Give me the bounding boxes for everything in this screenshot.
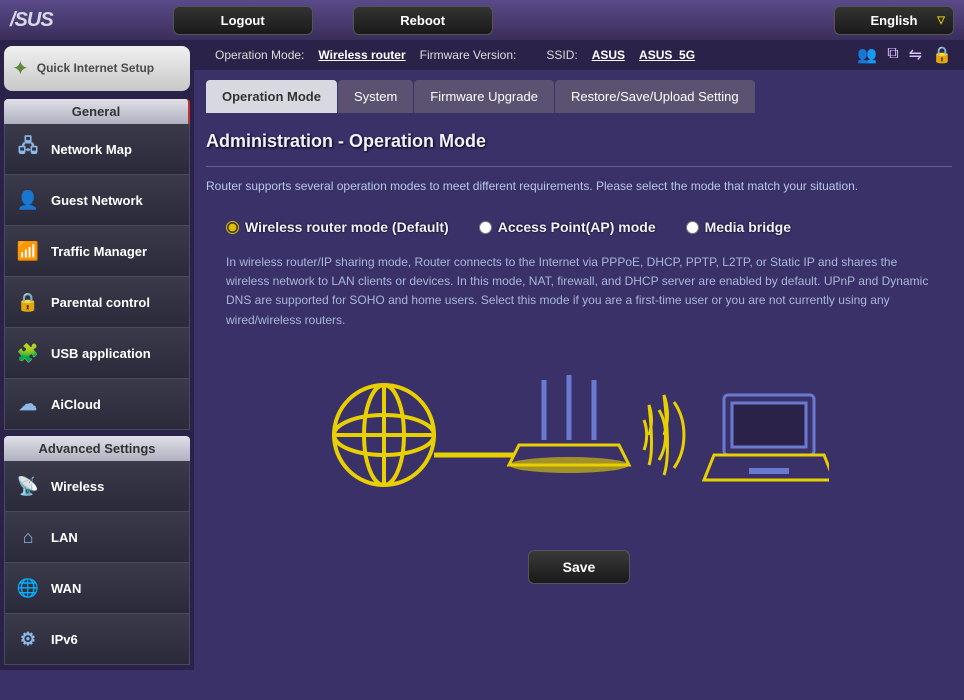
sidebar-item-label: Parental control — [51, 295, 150, 310]
sidebar-item-usb-application[interactable]: 🧩 USB application — [4, 328, 190, 379]
language-label: English — [871, 13, 918, 28]
mode-label: Access Point(AP) mode — [498, 219, 656, 235]
mode-radio-media-bridge[interactable] — [686, 221, 699, 234]
topology-diagram — [206, 360, 952, 510]
sidebar-item-guest-network[interactable]: 👤 Guest Network — [4, 175, 190, 226]
mode-radio-wireless-router[interactable] — [226, 221, 239, 234]
tab-system[interactable]: System — [338, 80, 413, 113]
mode-label: Wireless router mode (Default) — [245, 219, 449, 235]
op-mode-label: Operation Mode: — [215, 48, 304, 62]
mode-option-wireless-router[interactable]: Wireless router mode (Default) — [226, 219, 449, 235]
quick-internet-setup-button[interactable]: ✦ Quick Internet Setup — [4, 46, 190, 91]
lock-icon[interactable]: 🔒 — [932, 45, 952, 65]
parental-control-icon: 🔒 — [15, 291, 41, 313]
general-header: General — [4, 99, 190, 124]
sidebar-item-label: AiCloud — [51, 397, 101, 412]
logout-button[interactable]: Logout — [173, 6, 313, 35]
tab-firmware-upgrade[interactable]: Firmware Upgrade — [414, 80, 554, 113]
reboot-button[interactable]: Reboot — [353, 6, 493, 35]
tab-restore-save-upload[interactable]: Restore/Save/Upload Setting — [555, 80, 755, 113]
chevron-down-icon: ▽ — [937, 15, 945, 26]
network-map-icon: 🖧 — [15, 138, 41, 160]
tab-operation-mode[interactable]: Operation Mode — [206, 80, 337, 113]
sidebar-item-label: Traffic Manager — [51, 244, 147, 259]
divider — [206, 166, 952, 167]
firmware-label: Firmware Version: — [420, 48, 517, 62]
sidebar-item-parental-control[interactable]: 🔒 Parental control — [4, 277, 190, 328]
usb-icon[interactable]: ⇋ — [909, 45, 922, 65]
sidebar-item-label: WAN — [51, 581, 81, 596]
wireless-icon: 📡 — [15, 475, 41, 497]
qis-label: Quick Internet Setup — [37, 61, 154, 75]
language-dropdown[interactable]: English ▽ — [834, 6, 954, 35]
magic-wand-icon: ✦ — [12, 56, 29, 81]
users-icon[interactable]: 👥 — [857, 45, 877, 65]
sidebar-item-wireless[interactable]: 📡 Wireless — [4, 461, 190, 512]
mode-description: In wireless router/IP sharing mode, Rout… — [226, 253, 932, 330]
ipv6-icon: ⚙ — [15, 628, 41, 650]
clone-icon[interactable]: ⧉ — [887, 45, 898, 65]
sidebar-item-wan[interactable]: 🌐 WAN — [4, 563, 190, 614]
wan-icon: 🌐 — [15, 577, 41, 599]
ssid-2-link[interactable]: ASUS_5G — [639, 48, 695, 62]
sidebar-item-label: Network Map — [51, 142, 132, 157]
diagram-svg — [329, 360, 829, 510]
sidebar-item-label: LAN — [51, 530, 78, 545]
lan-icon: ⌂ — [15, 526, 41, 548]
op-mode-link[interactable]: Wireless router — [318, 48, 405, 62]
sidebar-item-ipv6[interactable]: ⚙ IPv6 — [4, 614, 190, 665]
save-button[interactable]: Save — [528, 550, 631, 584]
sidebar-item-aicloud[interactable]: ☁ AiCloud — [4, 379, 190, 430]
sidebar-item-traffic-manager[interactable]: 📶 Traffic Manager — [4, 226, 190, 277]
aicloud-icon: ☁ — [15, 393, 41, 415]
brand-logo: /SUS — [10, 9, 53, 32]
mode-radio-access-point[interactable] — [479, 221, 492, 234]
advanced-header: Advanced Settings — [4, 436, 190, 461]
ssid-label: SSID: — [546, 48, 577, 62]
sidebar-item-label: IPv6 — [51, 632, 78, 647]
usb-application-icon: 🧩 — [15, 342, 41, 364]
page-description: Router supports several operation modes … — [206, 179, 952, 193]
ssid-1-link[interactable]: ASUS — [592, 48, 625, 62]
guest-network-icon: 👤 — [15, 189, 41, 211]
sidebar-item-label: USB application — [51, 346, 151, 361]
page-title: Administration - Operation Mode — [206, 131, 952, 152]
sidebar-item-label: Wireless — [51, 479, 104, 494]
sidebar-item-network-map[interactable]: 🖧 Network Map — [4, 124, 190, 175]
sidebar-item-label: Guest Network — [51, 193, 143, 208]
mode-label: Media bridge — [705, 219, 791, 235]
mode-option-access-point[interactable]: Access Point(AP) mode — [479, 219, 656, 235]
traffic-manager-icon: 📶 — [15, 240, 41, 262]
mode-option-media-bridge[interactable]: Media bridge — [686, 219, 791, 235]
sidebar-item-lan[interactable]: ⌂ LAN — [4, 512, 190, 563]
